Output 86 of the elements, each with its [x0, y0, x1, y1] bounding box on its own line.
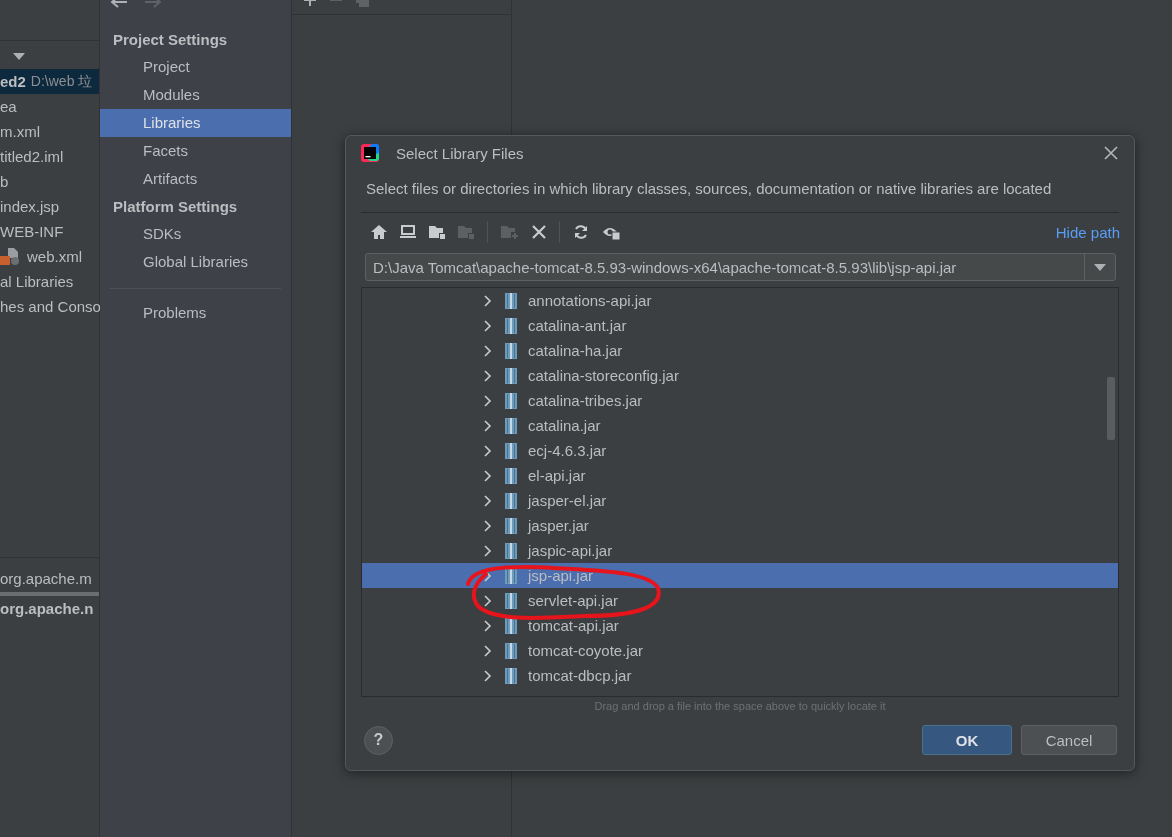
chevron-icon[interactable] — [484, 569, 492, 582]
chevron-icon[interactable] — [484, 619, 492, 632]
chevron-icon[interactable] — [484, 469, 492, 482]
file-tree-item[interactable]: catalina-storeconfig.jar — [362, 363, 1118, 388]
sidebar-item[interactable]: Modules — [100, 81, 291, 109]
desktop-icon[interactable] — [400, 225, 416, 239]
sidebar-item[interactable]: Libraries — [100, 109, 291, 137]
file-tree-item[interactable]: jaspic-api.jar — [362, 538, 1118, 563]
app-logo-icon — [360, 143, 380, 163]
chevron-icon[interactable] — [484, 669, 492, 682]
archive-icon — [505, 317, 517, 334]
file-tree-item[interactable]: catalina-tribes.jar — [362, 388, 1118, 413]
file-tree-item[interactable]: jasper.jar — [362, 513, 1118, 538]
caret-icon[interactable] — [13, 53, 25, 61]
file-tree-item[interactable]: tomcat-api.jar — [362, 613, 1118, 638]
chevron-icon[interactable] — [484, 319, 492, 332]
archive-icon — [505, 442, 517, 459]
archive-icon — [505, 592, 517, 609]
section-heading: Platform Settings — [112, 197, 239, 217]
archive-icon — [505, 342, 517, 359]
dropdown-caret-icon[interactable] — [1094, 263, 1106, 271]
chevron-icon[interactable] — [484, 419, 492, 432]
add-icon[interactable] — [304, 0, 316, 6]
tree-item[interactable]: titled2.iml — [0, 144, 99, 169]
folder-icon[interactable] — [429, 225, 445, 239]
sidebar-item[interactable]: Global Libraries — [100, 248, 291, 276]
archive-icon — [505, 542, 517, 559]
chevron-icon[interactable] — [484, 644, 492, 657]
archive-icon — [505, 417, 517, 434]
tree-item[interactable]: ea — [0, 94, 99, 119]
sidebar-item[interactable]: Problems — [100, 299, 291, 327]
tree-item[interactable]: index.jsp — [0, 194, 99, 219]
dialog-title: Select Library Files — [396, 144, 525, 162]
hide-path-link[interactable]: Hide path — [1055, 223, 1120, 241]
file-tree-item[interactable]: annotations-api.jar — [362, 288, 1118, 313]
chevron-icon[interactable] — [484, 444, 492, 457]
archive-icon — [505, 292, 517, 309]
tree-item[interactable]: m.xml — [0, 119, 99, 144]
sidebar-item[interactable]: Facets — [100, 137, 291, 165]
archive-icon — [505, 467, 517, 484]
path-combo-box[interactable]: D:\Java Tomcat\apache-tomcat-8.5.93-windows-x64\apache-tomcat-8.5.93\lib\jsp-api.jar — [365, 253, 1116, 281]
dialog-description: Select files or directories in which library classes, sources, documentation or native libraries are located — [365, 179, 1053, 199]
file-tree-item[interactable]: el-api.jar — [362, 463, 1118, 488]
delete-icon[interactable] — [532, 225, 546, 239]
tree-item[interactable]: WEB-INF — [0, 219, 99, 244]
archive-icon — [505, 642, 517, 659]
tree-item[interactable]: al Libraries — [0, 269, 99, 294]
close-icon[interactable] — [1104, 146, 1118, 160]
file-tree-item[interactable]: servlet-api.jar — [362, 588, 1118, 613]
chevron-icon[interactable] — [484, 294, 492, 307]
file-tree-item[interactable]: catalina-ant.jar — [362, 313, 1118, 338]
chevron-icon[interactable] — [484, 494, 492, 507]
file-tree-item[interactable]: catalina-ha.jar — [362, 338, 1118, 363]
help-button[interactable]: ? — [364, 725, 393, 755]
chevron-icon[interactable] — [484, 344, 492, 357]
chevron-icon[interactable] — [484, 369, 492, 382]
archive-icon — [505, 667, 517, 684]
xml-file-icon — [0, 247, 22, 266]
cancel-button[interactable]: Cancel — [1021, 725, 1117, 755]
sidebar-item[interactable]: SDKs — [100, 220, 291, 248]
file-tree-item[interactable]: tomcat-coyote.jar — [362, 638, 1118, 663]
chevron-icon[interactable] — [484, 544, 492, 557]
sidebar-item[interactable]: Artifacts — [100, 165, 291, 193]
back-arrow-icon[interactable] — [110, 0, 128, 10]
archive-icon — [505, 517, 517, 534]
tree-item[interactable]: web.xml — [0, 244, 99, 269]
tree-item[interactable]: hes and Conso — [0, 294, 99, 319]
file-tree-item[interactable]: jasper-el.jar — [362, 488, 1118, 513]
tree-item[interactable]: ed2 D:\web 垃 — [0, 69, 99, 94]
section-heading: Project Settings — [112, 30, 229, 50]
archive-icon — [505, 392, 517, 409]
refresh-icon[interactable] — [573, 224, 589, 240]
chevron-icon[interactable] — [484, 519, 492, 532]
archive-icon — [505, 367, 517, 384]
sidebar-item[interactable]: Project — [100, 53, 291, 81]
chevron-icon[interactable] — [484, 394, 492, 407]
chevron-icon[interactable] — [484, 594, 492, 607]
file-tree-item[interactable]: tomcat-dbcp.jar — [362, 663, 1118, 688]
home-icon[interactable] — [371, 225, 387, 239]
package-label: org.apache.n — [0, 599, 95, 619]
ok-button[interactable]: OK — [922, 725, 1012, 755]
tree-item[interactable]: b — [0, 169, 99, 194]
file-tree-item[interactable]: ecj-4.6.3.jar — [362, 438, 1118, 463]
file-tree-item[interactable]: catalina.jar — [362, 413, 1118, 438]
archive-icon — [505, 492, 517, 509]
scrollbar-thumb[interactable] — [1107, 377, 1115, 440]
